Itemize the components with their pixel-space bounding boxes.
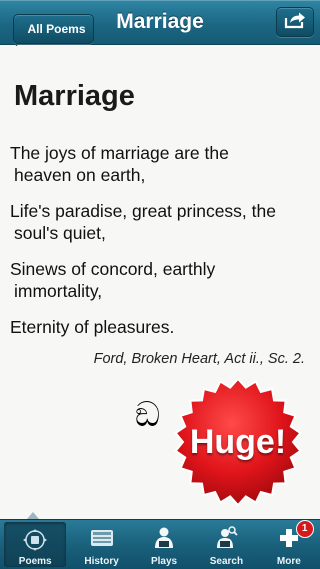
more-notification-badge: 1 <box>295 520 314 538</box>
poem-stanza: Eternity of pleasures. <box>10 316 310 338</box>
tab-label: Search <box>209 556 244 567</box>
share-button[interactable] <box>276 7 314 37</box>
poem-stanza: The joys of marriage are the heaven on e… <box>10 142 310 186</box>
poem-stanza: Sinews of concord, earthly immortality, <box>10 258 310 302</box>
navigation-bar: All Poems Marriage <box>0 0 320 45</box>
poems-icon <box>22 528 48 555</box>
share-icon <box>284 11 306 34</box>
tab-label: Poems <box>18 556 52 567</box>
poem-line: Eternity of pleasures. <box>10 317 175 337</box>
poem-stanza: Life's paradise, great princess, the sou… <box>10 200 310 244</box>
search-icon <box>212 526 240 553</box>
page-title: Marriage <box>116 10 204 33</box>
history-icon <box>88 526 116 553</box>
poem-line: immortality, <box>14 281 103 301</box>
poem-line: The joys of marriage are the <box>10 143 229 163</box>
poem-line: Sinews of concord, earthly <box>10 259 216 279</box>
tab-more[interactable]: 1 More <box>258 520 320 569</box>
back-button-body[interactable]: All Poems <box>13 14 94 44</box>
huge-badge-label: Huge! <box>189 423 287 461</box>
poem-line: Life's paradise, great princess, the <box>10 201 276 221</box>
tab-history[interactable]: History <box>70 520 132 569</box>
tab-poems[interactable]: Poems <box>4 522 67 567</box>
ornament-glyph: ඞ <box>135 395 161 435</box>
tab-plays[interactable]: Plays <box>133 520 195 569</box>
poem-line: soul's quiet, <box>14 223 106 243</box>
active-tab-indicator <box>27 512 39 519</box>
tab-search[interactable]: Search <box>195 520 257 569</box>
all-poems-back-button[interactable]: All Poems <box>8 7 94 44</box>
poem-attribution: Ford, Broken Heart, Act ii., Sc. 2. <box>93 351 305 367</box>
tab-label: Plays <box>150 556 178 567</box>
poem-title: Marriage <box>14 80 135 112</box>
huge-promo-badge[interactable]: Huge! <box>172 376 304 508</box>
tab-bar: Poems History Plays Search 1 More <box>0 519 320 569</box>
plays-icon <box>150 526 178 553</box>
poem-line: heaven on earth, <box>14 165 146 185</box>
tab-label: History <box>84 556 119 567</box>
tab-label: More <box>276 556 301 567</box>
back-button-label: All Poems <box>27 22 86 36</box>
